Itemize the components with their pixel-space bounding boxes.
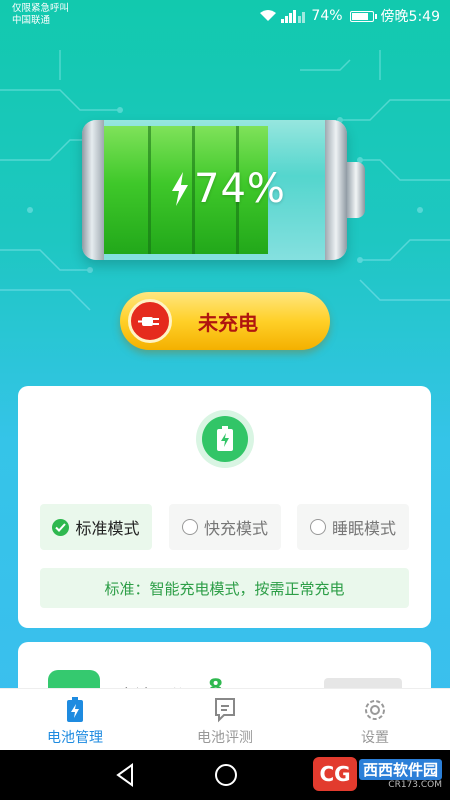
wifi-icon: [260, 10, 277, 21]
back-icon[interactable]: [114, 763, 136, 787]
carrier-info: 仅限紧急呼叫 中国联通: [12, 3, 69, 27]
mode-description: 标准：智能充电模式，按需正常充电: [40, 568, 409, 608]
battery-cell-divider: [148, 126, 151, 254]
carrier-line-2: 中国联通: [12, 15, 51, 26]
home-icon[interactable]: [214, 763, 238, 787]
radio-icon: [309, 519, 326, 535]
gear-icon: [365, 700, 385, 720]
tab-battery-management[interactable]: 电池管理: [0, 689, 150, 750]
tab-label: 电池评测: [197, 730, 253, 746]
mode-option-label: 快充模式: [203, 519, 268, 538]
radio-icon: [181, 519, 198, 535]
signal-icon: [281, 10, 306, 23]
tab-battery-evaluation[interactable]: 电池评测: [150, 689, 300, 750]
battery-cap-left: [82, 120, 104, 260]
mode-option-fast[interactable]: 快充模式: [169, 504, 281, 550]
charge-status-button[interactable]: 未充电: [120, 292, 330, 350]
watermark-url: CR173.COM: [388, 779, 442, 790]
bottom-tab-bar: 电池管理 电池评测 设置: [0, 688, 450, 750]
tab-label: 设置: [361, 730, 389, 746]
status-bar: 仅限紧急呼叫 中国联通 74% 傍晚5:49: [0, 0, 450, 30]
mode-option-standard[interactable]: 标准模式: [40, 504, 152, 550]
charge-mode-badge: [196, 410, 254, 468]
mode-option-label: 睡眠模式: [331, 519, 396, 538]
lightning-icon: [172, 172, 188, 206]
battery-terminal: [347, 162, 365, 218]
battery-graphic: 74%: [82, 120, 365, 260]
battery-cap-right: [325, 120, 347, 260]
tab-settings[interactable]: 设置: [300, 689, 450, 750]
carrier-line-1: 仅限紧急呼叫: [12, 3, 70, 14]
system-nav-bar: CG 西西软件园 CR173.COM: [0, 750, 450, 800]
tab-label: 电池管理: [47, 730, 103, 746]
battery-charging-icon: [202, 416, 248, 462]
plug-icon: [128, 299, 172, 343]
charge-mode-card: 标准模式 快充模式 睡眠模式 标准：智能充电模式，按需正常充电: [18, 386, 431, 628]
watermark: CG 西西软件园 CR173.COM: [312, 757, 442, 791]
mode-option-sleep[interactable]: 睡眠模式: [297, 504, 409, 550]
message-icon: [215, 698, 235, 723]
status-battery-icon: [349, 10, 377, 22]
clock: 傍晚5:49: [380, 9, 440, 25]
watermark-title: 西西软件园: [358, 758, 442, 780]
status-icons: 74% 傍晚5:49: [259, 6, 440, 26]
watermark-logo: CG: [312, 757, 357, 791]
battery-icon: [67, 697, 83, 722]
charge-status-label: 未充电: [198, 310, 258, 335]
check-circle-icon: [52, 518, 70, 536]
mode-option-label: 标准模式: [75, 519, 140, 538]
battery-percent: 74%: [194, 166, 286, 212]
battery-percent-status: 74%: [311, 8, 343, 24]
battery-level-display: 74%: [170, 166, 286, 212]
